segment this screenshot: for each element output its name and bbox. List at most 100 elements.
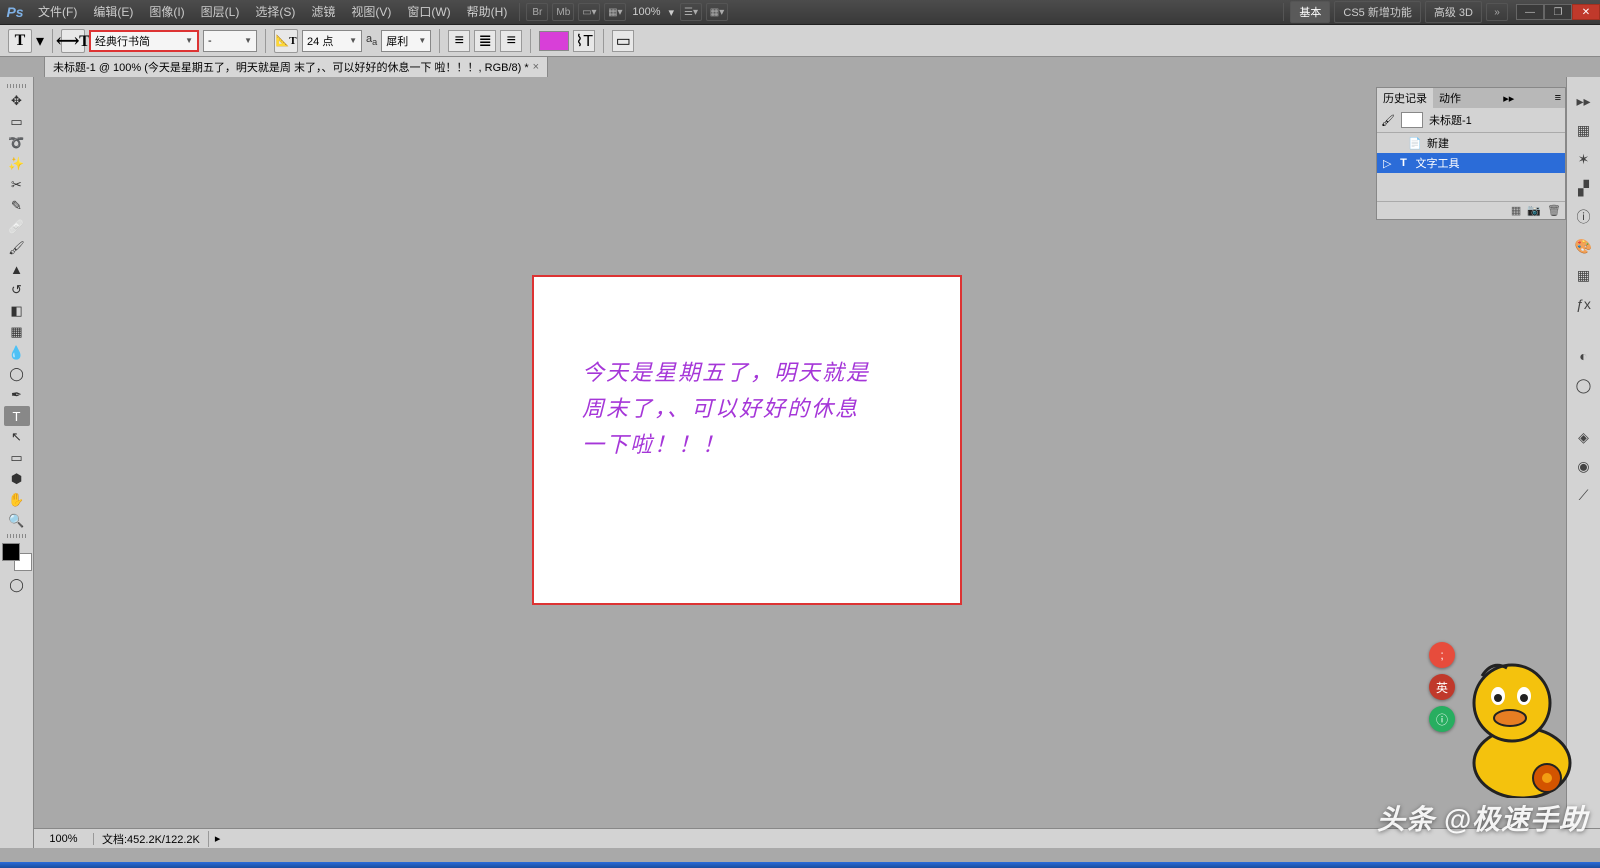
font-family-select[interactable]: 经典行书简 <box>89 30 199 52</box>
healing-tool[interactable]: 🩹 <box>4 217 30 237</box>
history-tab[interactable]: 历史记录 <box>1377 88 1433 108</box>
new-doc-from-state-icon[interactable]: ▦ <box>1511 204 1521 217</box>
navigator-icon[interactable]: ▦ <box>1571 117 1597 143</box>
history-brush-tool[interactable]: ↺ <box>4 280 30 300</box>
color-swatches[interactable] <box>2 543 32 571</box>
crop-tool[interactable]: ✂ <box>4 175 30 195</box>
path-tool[interactable]: ↖ <box>4 427 30 447</box>
more-workspaces-icon[interactable]: » <box>1486 3 1508 21</box>
dock-toggle-icon[interactable]: ▸▸ <box>1571 88 1597 114</box>
type-tool[interactable]: T <box>4 406 30 426</box>
canvas-document[interactable]: 今天是星期五了，明天就是周末了，、可以好好的休息一下啦！！！ <box>532 275 962 605</box>
window-controls: — ❐ ✕ <box>1516 4 1600 20</box>
brush-tool[interactable]: 🖌 <box>4 238 30 258</box>
arrange-icon[interactable]: ▦▾ <box>604 3 626 21</box>
os-taskbar <box>0 862 1600 868</box>
menu-view[interactable]: 视图(V) <box>343 0 399 25</box>
menu-layer[interactable]: 图层(L) <box>193 0 248 25</box>
history-row-type[interactable]: ▷ T 文字工具 <box>1377 153 1565 173</box>
panel-collapse-icon[interactable]: ▸▸ <box>1499 92 1518 105</box>
toolbox-grip[interactable] <box>4 83 30 89</box>
close-button[interactable]: ✕ <box>1572 4 1600 20</box>
history-label: 文字工具 <box>1415 155 1459 171</box>
bridge-icon[interactable]: Br <box>526 3 548 21</box>
active-tool-icon[interactable]: T <box>8 29 32 53</box>
menu-image[interactable]: 图像(I) <box>141 0 192 25</box>
styles-icon[interactable]: ƒx <box>1571 291 1597 317</box>
maximize-button[interactable]: ❐ <box>1544 4 1572 20</box>
actions-tab[interactable]: 动作 <box>1433 88 1467 108</box>
status-menu-icon[interactable]: ▸ <box>209 832 227 845</box>
adjustments-icon[interactable]: ◐ <box>1571 343 1597 369</box>
info-icon[interactable]: ⓘ <box>1571 204 1597 230</box>
new-snapshot-icon[interactable]: 📷 <box>1527 204 1541 217</box>
viewextra-icon[interactable]: ☰▾ <box>680 3 702 21</box>
font-style-select[interactable]: - <box>203 30 257 52</box>
channels-icon[interactable]: ◉ <box>1571 453 1597 479</box>
align-left-button[interactable]: ≡ <box>448 30 470 52</box>
zoom-display[interactable]: 100% <box>628 6 664 18</box>
workspace-essentials[interactable]: 基本 <box>1290 1 1330 23</box>
menu-select[interactable]: 选择(S) <box>247 0 303 25</box>
foreground-color[interactable] <box>2 543 20 561</box>
minimize-button[interactable]: — <box>1516 4 1544 20</box>
shape-tool[interactable]: ▭ <box>4 448 30 468</box>
history-snapshot-row[interactable]: 🖌 未标题-1 <box>1377 108 1565 133</box>
minibridge-icon[interactable]: Mb <box>552 3 574 21</box>
warp-text-button[interactable]: ⌇T <box>573 30 595 52</box>
align-center-button[interactable]: ≣ <box>474 30 496 52</box>
lasso-tool[interactable]: ➰ <box>4 133 30 153</box>
align-right-button[interactable]: ≡ <box>500 30 522 52</box>
wand-tool[interactable]: ✨ <box>4 154 30 174</box>
gradient-tool[interactable]: ▦ <box>4 322 30 342</box>
delete-state-icon[interactable]: 🗑 <box>1547 204 1561 217</box>
zoom-tool[interactable]: 🔍 <box>4 511 30 531</box>
statusbar: 100% 文档:452.2K/122.2K ▸ <box>34 828 1600 848</box>
hand-tool[interactable]: ✋ <box>4 490 30 510</box>
menu-window[interactable]: 窗口(W) <box>399 0 458 25</box>
workspace-whatsnew[interactable]: CS5 新增功能 <box>1334 1 1420 23</box>
quickmask-button[interactable]: ◯ <box>4 575 30 595</box>
paths-icon[interactable]: ⟋ <box>1571 482 1597 508</box>
zoom-caret-icon[interactable]: ▾ <box>664 6 678 19</box>
document-tabbar: 未标题-1 @ 100% (今天是星期五了，明天就是周 末了，、可以好好的休息一… <box>44 57 1600 77</box>
pen-tool[interactable]: ✒ <box>4 385 30 405</box>
status-doc-size[interactable]: 文档:452.2K/122.2K <box>94 831 209 847</box>
swatches-icon[interactable]: ▦ <box>1571 262 1597 288</box>
menu-edit[interactable]: 编辑(E) <box>85 0 141 25</box>
antialias-select[interactable]: 犀利 <box>381 30 431 52</box>
guides-icon[interactable]: ▦▾ <box>706 3 728 21</box>
workspace-3d[interactable]: 高级 3D <box>1425 1 1482 23</box>
menu-help[interactable]: 帮助(H) <box>459 0 516 25</box>
histogram-icon[interactable]: ▞ <box>1571 175 1597 201</box>
stamp-tool[interactable]: ▲ <box>4 259 30 279</box>
font-size-icon: 📐T <box>274 29 298 53</box>
blur-tool[interactable]: 💧 <box>4 343 30 363</box>
character-panel-button[interactable]: ▭ <box>612 30 634 52</box>
3d-tool[interactable]: ⬢ <box>4 469 30 489</box>
preset-caret-icon[interactable]: ▾ <box>36 31 44 51</box>
document-tab[interactable]: 未标题-1 @ 100% (今天是星期五了，明天就是周 末了，、可以好好的休息一… <box>44 56 548 77</box>
text-orientation-button[interactable]: ⟷T <box>61 29 85 53</box>
panel-menu-icon[interactable]: ≡ <box>1551 92 1565 104</box>
canvas-text-layer[interactable]: 今天是星期五了，明天就是周末了，、可以好好的休息一下啦！！！ <box>582 355 872 463</box>
color-icon[interactable]: 🎨 <box>1571 233 1597 259</box>
history-row-new[interactable]: 📄 新建 <box>1377 133 1565 153</box>
tab-close-icon[interactable]: × <box>533 61 539 73</box>
status-zoom[interactable]: 100% <box>34 833 94 845</box>
layers-icon[interactable]: ◈ <box>1571 424 1597 450</box>
masks-icon[interactable]: ◯ <box>1571 372 1597 398</box>
menu-file[interactable]: 文件(F) <box>30 0 85 25</box>
text-color-swatch[interactable] <box>539 31 569 51</box>
compass-icon[interactable]: ✶ <box>1571 146 1597 172</box>
canvas-viewport[interactable]: 今天是星期五了，明天就是周末了，、可以好好的休息一下啦！！！ <box>34 77 1600 848</box>
move-tool[interactable]: ✥ <box>4 91 30 111</box>
app-logo: Ps <box>0 0 30 25</box>
screenmode-icon[interactable]: ▭▾ <box>578 3 600 21</box>
eyedropper-tool[interactable]: ✎ <box>4 196 30 216</box>
font-size-select[interactable]: 24 点 <box>302 30 362 52</box>
menu-filter[interactable]: 滤镜 <box>303 0 343 25</box>
dodge-tool[interactable]: ◯ <box>4 364 30 384</box>
eraser-tool[interactable]: ◧ <box>4 301 30 321</box>
marquee-tool[interactable]: ▭ <box>4 112 30 132</box>
